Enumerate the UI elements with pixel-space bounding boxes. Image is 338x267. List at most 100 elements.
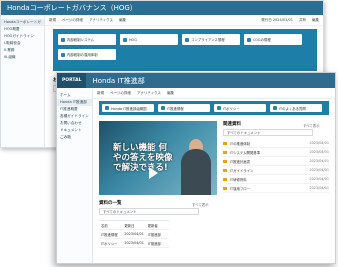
tile-label: 内部統制システム (67, 38, 95, 42)
sidebar-item-guideline[interactable]: HOGガイドライン (1, 33, 44, 40)
quick-link-tile[interactable]: IT推進規程 (158, 104, 210, 112)
quick-link-tile[interactable]: 内部統制システム (58, 34, 116, 45)
doc-date: 2023/04/01 (309, 150, 329, 154)
quick-link-tile[interactable]: ITポリシー (214, 104, 266, 112)
doc-date: 2023/04/01 (309, 177, 329, 181)
quick-link-tile[interactable]: COGの規程 (244, 34, 302, 45)
list-item[interactable]: ITの推進体制 2023/04/01 (223, 139, 329, 148)
list-item[interactable]: IT推進計画書 2023/04/01 (223, 157, 329, 166)
sidebar-item-board[interactable]: I.取締役会 (1, 40, 44, 47)
docs-list: ITの推進体制 2023/04/01 ITシステム開発基準 2023/04/01 I… (223, 139, 329, 193)
share-button[interactable]: 共有 (299, 18, 306, 23)
link-icon (123, 37, 127, 42)
presenter-body (181, 149, 211, 195)
sidebar-item-it-dept[interactable]: Honda IT推進部 (57, 99, 92, 106)
table-header-cell[interactable]: 名前 (99, 223, 122, 228)
sidebar-item-guidelines[interactable]: 各種ガイドライン (57, 113, 92, 120)
table-row[interactable]: ITポリシー 2023/04/01 IT推進部 (99, 239, 169, 248)
documents-table: 名前 更新日 更新者 IT推進規程 2023/04/01 IT推進部 ITポリシ… (99, 220, 169, 248)
site-title[interactable]: Hondaコーポレートガバナンス（HOG） (1, 3, 137, 13)
sidebar: ホーム Honda IT推進部 IT推進概要 各種ガイドライン お問い合わせ ド… (57, 89, 93, 263)
sidebar-item-recycle-bin[interactable]: ごみ箱 (57, 134, 92, 141)
video-player[interactable]: 新しい機能 何やの答えを映像 で解決できる! (99, 121, 217, 195)
table-header-cell[interactable]: 更新日 (122, 223, 145, 228)
quick-links-banner: Honda IT推進部組織図 IT推進規程 ITポリシー ITのよくある質問 (99, 101, 329, 115)
table-cell: IT推進部 (147, 232, 161, 237)
portal-tab[interactable]: PORTAL (57, 73, 87, 88)
table-cell: IT推進規程 (101, 232, 118, 237)
play-icon[interactable] (149, 167, 158, 179)
analytics-button[interactable]: アナリティクス (137, 91, 161, 96)
page-details-button[interactable]: ページの詳細 (62, 18, 83, 23)
doc-name: ITシステム開発基準 (230, 150, 261, 155)
quick-link-tile[interactable]: コンプライアンス規程 (182, 34, 240, 45)
folder-icon (223, 177, 227, 181)
link-icon (273, 106, 277, 110)
list-item[interactable]: IT研修資料 2023/04/01 (223, 175, 329, 184)
new-button[interactable]: 新規 (49, 18, 56, 23)
tile-label: ITのよくある質問 (279, 106, 306, 111)
link-icon (185, 37, 189, 42)
link-icon (217, 106, 221, 110)
doc-name: IT推進計画書 (230, 159, 251, 164)
docs-filter[interactable]: すべてのドキュメント (223, 129, 313, 136)
site-header: PORTAL Honda IT推進部 (57, 73, 335, 88)
analytics-button[interactable]: アナリティクス (89, 18, 113, 23)
command-bar: 新規 ページの詳細 アナリティクス 編集 発行日 2024/03/01 共有 編… (45, 16, 323, 26)
sidebar-item-business[interactable]: II.業務 (1, 47, 44, 54)
table-header-cell[interactable]: 更新者 (146, 223, 169, 228)
links-see-all-link[interactable]: すべて表示 (192, 202, 209, 207)
doc-date: 2023/04/01 (309, 141, 329, 145)
docs-see-all-link[interactable]: すべて表示 (303, 123, 320, 128)
folder-icon (223, 168, 227, 172)
tile-label: 内部統制の運用体制 (67, 53, 98, 57)
doc-name: ITガイドライン (230, 168, 254, 173)
table-header-row: 名前 更新日 更新者 (99, 221, 169, 230)
edit-page-button[interactable]: 編集 (312, 18, 319, 23)
doc-date: 2023/04/01 (309, 186, 329, 190)
folder-icon (223, 186, 227, 190)
site-header: Hondaコーポレートガバナンス（HOG） (1, 1, 323, 15)
tile-label: HOG (129, 37, 137, 42)
sidebar-item-overview[interactable]: IT推進概要 (57, 106, 92, 113)
quick-link-tile[interactable]: HOG (120, 34, 178, 45)
edit-button[interactable]: 編集 (167, 91, 174, 96)
link-icon (61, 37, 65, 42)
link-icon (61, 52, 65, 57)
sidebar-item-organization[interactable]: III.組織 (1, 54, 44, 61)
video-caption: 新しい機能 何やの答えを映像 で解決できる! (113, 143, 173, 173)
page-details-button[interactable]: ページの詳細 (110, 91, 131, 96)
doc-date: 2023/04/01 (309, 159, 329, 163)
doc-name: IT運用フロー (230, 186, 251, 191)
list-item[interactable]: IT運用フロー 2023/04/01 (223, 184, 329, 193)
folder-icon (223, 141, 227, 145)
quick-link-tile[interactable]: ITのよくある質問 (270, 104, 322, 112)
tile-label: Honda IT推進部組織図 (111, 106, 147, 111)
new-button[interactable]: 新規 (97, 91, 104, 96)
tile-label: コンプライアンス規程 (191, 38, 225, 42)
links-filter[interactable]: すべてのドキュメント (99, 208, 199, 215)
sidebar-item-home[interactable]: ホーム (57, 92, 92, 99)
folder-icon (223, 150, 227, 154)
edit-button[interactable]: 編集 (119, 18, 126, 23)
sidebar-item-contact[interactable]: お問い合わせ (57, 120, 92, 127)
sidebar-item-documents[interactable]: ドキュメント (57, 127, 92, 134)
site-title[interactable]: Honda IT推進部 (86, 76, 144, 86)
folder-icon (223, 159, 227, 163)
quick-links-banner: 内部統制システム HOG コンプライアンス規程 COGの規程 内部統制の運用体制 (53, 29, 317, 71)
tile-label: COGの規程 (253, 38, 271, 42)
sidebar-item-home[interactable]: Hondaコーポレートガ (1, 19, 44, 26)
table-cell: 2023/04/01 (124, 241, 144, 245)
quick-link-tile[interactable]: 内部統制の運用体制 (58, 49, 116, 60)
quick-link-tile[interactable]: Honda IT推進部組織図 (102, 104, 154, 112)
link-icon (105, 106, 109, 110)
list-item[interactable]: ITガイドライン 2023/04/01 (223, 166, 329, 175)
command-bar: 新規 ページの詳細 アナリティクス 編集 (93, 89, 335, 99)
link-icon (247, 37, 251, 42)
link-icon (161, 106, 165, 110)
list-item[interactable]: ITシステム開発基準 2023/04/01 (223, 148, 329, 157)
sidebar-item-overview[interactable]: HOG概要 (1, 26, 44, 33)
doc-name: IT研修資料 (230, 177, 247, 182)
table-row[interactable]: IT推進規程 2023/04/01 IT推進部 (99, 230, 169, 239)
tile-label: ITポリシー (223, 106, 240, 111)
